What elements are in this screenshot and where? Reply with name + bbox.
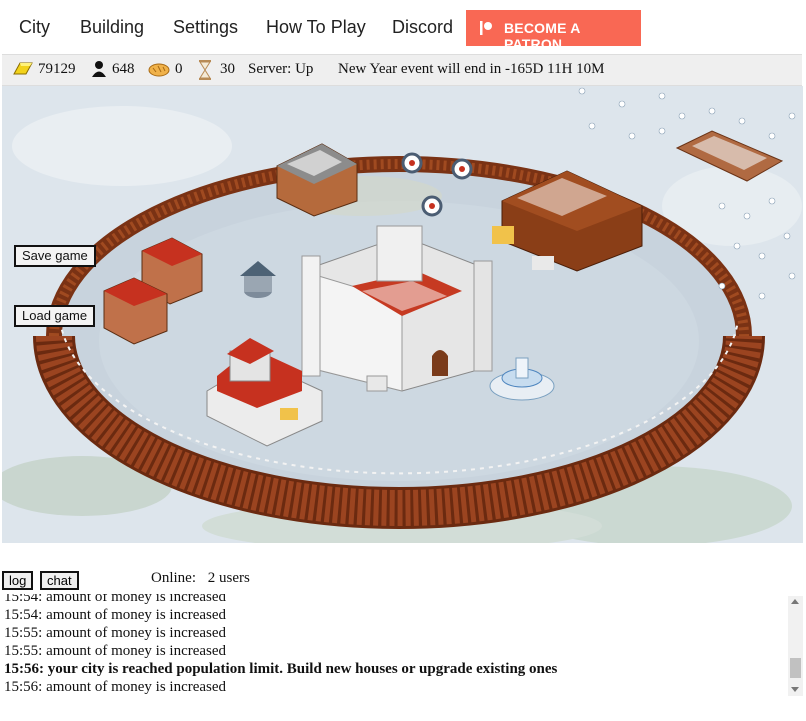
online-label: Online: bbox=[151, 570, 196, 586]
patron-label: BECOME A PATRON bbox=[504, 20, 581, 52]
log-line: 15:54: amount of money is increased bbox=[4, 594, 557, 606]
time-value: 30 bbox=[220, 61, 235, 77]
city-scene bbox=[2, 86, 803, 543]
log-time: 15:54: bbox=[4, 594, 43, 605]
city-map[interactable]: Save game Load game bbox=[2, 86, 803, 543]
nav-city[interactable]: City bbox=[19, 17, 50, 38]
log-message: amount of money is increased bbox=[42, 607, 227, 623]
log-time: 15:56: bbox=[4, 661, 44, 677]
become-patron-button[interactable]: BECOME A PATRON bbox=[466, 10, 641, 52]
log-time: 15:54: bbox=[4, 607, 43, 623]
log-message: amount of money is increased bbox=[42, 679, 227, 695]
log-message: amount of money is increased bbox=[42, 594, 227, 605]
status-bar: 79129 648 0 30 Server: Up New Year event… bbox=[2, 54, 802, 86]
log-line: 15:56: amount of money is increased bbox=[4, 678, 557, 695]
nav-settings[interactable]: Settings bbox=[173, 17, 238, 38]
population-value: 648 bbox=[112, 61, 135, 77]
log-line: 15:54: amount of money is increased bbox=[4, 606, 557, 624]
load-game-button[interactable]: Load game bbox=[14, 305, 96, 327]
log-line: 15:56: your city is reached population l… bbox=[4, 660, 557, 678]
gold-bar-icon bbox=[13, 62, 33, 75]
hourglass-icon bbox=[199, 60, 211, 80]
log-message: your city is reached population limit. B… bbox=[44, 661, 558, 677]
nav-how-to-play[interactable]: How To Play bbox=[266, 17, 366, 38]
log-line: 15:55: amount of money is increased bbox=[4, 624, 557, 642]
nav-building[interactable]: Building bbox=[80, 17, 144, 38]
log-message: amount of money is increased bbox=[42, 643, 227, 659]
log-time: 15:55: bbox=[4, 625, 43, 641]
event-timer: New Year event will end in -165D 11H 10M bbox=[338, 61, 605, 77]
log-scrollbar[interactable] bbox=[788, 596, 803, 696]
bread-icon bbox=[148, 63, 170, 77]
log-panel[interactable]: 15:54: amount of money is increased 15:54… bbox=[2, 594, 786, 695]
online-status: Online: 2 users bbox=[151, 570, 250, 587]
online-count: 2 users bbox=[207, 570, 250, 586]
scroll-up-icon[interactable] bbox=[791, 599, 799, 604]
log-tab-button[interactable]: log bbox=[2, 571, 34, 590]
log-line: 15:55: amount of money is increased bbox=[4, 642, 557, 660]
save-game-button[interactable]: Save game bbox=[14, 245, 96, 267]
log-time: 15:55: bbox=[4, 643, 43, 659]
nav-discord[interactable]: Discord bbox=[392, 17, 453, 38]
log-time: 15:56: bbox=[4, 679, 43, 695]
scroll-down-icon[interactable] bbox=[791, 687, 799, 692]
person-icon bbox=[92, 61, 106, 77]
gold-value: 79129 bbox=[38, 61, 76, 77]
server-status: Server: Up bbox=[248, 61, 314, 77]
log-message: amount of money is increased bbox=[42, 625, 227, 641]
patreon-icon bbox=[480, 21, 492, 35]
scroll-thumb[interactable] bbox=[790, 658, 801, 678]
food-value: 0 bbox=[175, 61, 183, 77]
chat-tab-button[interactable]: chat bbox=[40, 571, 79, 590]
top-nav: City Building Settings How To Play Disco… bbox=[0, 0, 806, 54]
